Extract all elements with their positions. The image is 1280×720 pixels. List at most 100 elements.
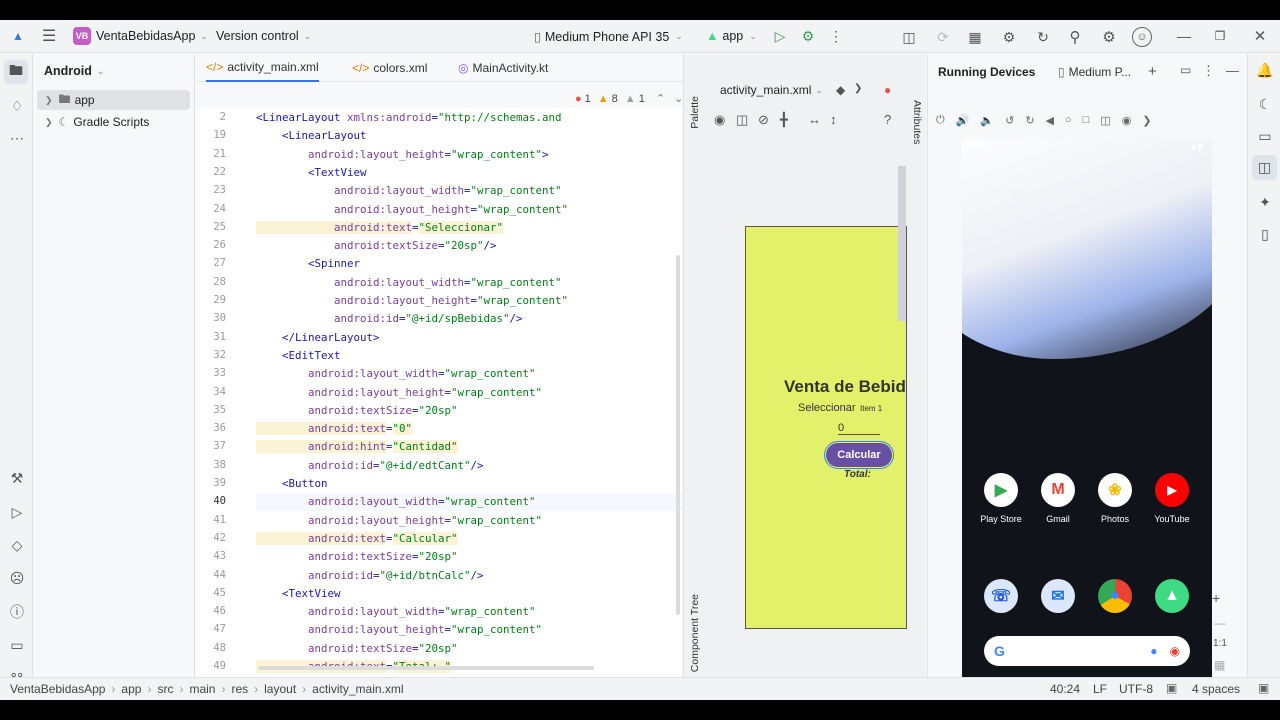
play-store-icon[interactable]: ▶ (984, 473, 1018, 507)
line-separator[interactable]: LF (1093, 682, 1107, 696)
mic-icon[interactable]: ● (1150, 644, 1157, 658)
fit-screen-icon[interactable]: ▦ (1214, 658, 1225, 672)
breadcrumb-item[interactable]: VentaBebidasApp (10, 682, 105, 696)
resource-manager-icon[interactable]: ♢ (7, 96, 27, 116)
project-view-selector[interactable]: Android ⌄ (44, 64, 104, 78)
help-icon[interactable]: ? (884, 112, 891, 127)
expand-horizontal-icon[interactable]: ↔ (808, 112, 821, 127)
blueprint-icon[interactable]: ◫ (736, 112, 748, 128)
breadcrumb-item[interactable]: layout (264, 682, 296, 696)
breadcrumb-item[interactable]: app (121, 682, 141, 696)
more-horizontal-icon[interactable]: ⋯ (7, 128, 27, 148)
minimize-panel-icon[interactable]: — (1226, 63, 1239, 78)
device-selector[interactable]: ▯ Medium Phone API 35 ⌄ (534, 29, 683, 45)
problems-icon[interactable]: ⓘ (7, 602, 27, 622)
app-quality-icon[interactable]: ◇ (7, 535, 27, 555)
attributes-tab[interactable]: Attributes (911, 100, 923, 144)
caret-position[interactable]: 40:24 (1050, 682, 1080, 696)
volume-down-icon[interactable]: 🔈 (980, 114, 994, 130)
settings-gear-icon[interactable]: ⚙ (1100, 28, 1118, 46)
add-device-icon[interactable]: + (1148, 63, 1157, 80)
snapshot-icon[interactable]: ◫ (1100, 114, 1110, 130)
zoom-in-icon[interactable]: + (1212, 590, 1220, 606)
plugins-icon[interactable]: ⚙ (1000, 28, 1018, 46)
design-surface-icon[interactable]: ◆ (836, 83, 845, 97)
expand-vertical-icon[interactable]: ↕ (830, 112, 837, 127)
run-config-selector[interactable]: ▲ app ⌄ (706, 29, 757, 43)
tree-item-app[interactable]: ❯ 🖿 app (37, 90, 190, 110)
messages-icon[interactable]: ✉ (1041, 579, 1075, 613)
hamburger-menu-icon[interactable]: ☰ (40, 27, 58, 45)
close-icon[interactable]: ✕ (1252, 28, 1268, 45)
logcat-icon[interactable]: ☹ (7, 568, 27, 588)
sync-icon[interactable]: ⟳ (934, 28, 952, 46)
run-icon[interactable]: ▷ (772, 28, 788, 44)
zoom-actual-size[interactable]: 1:1 (1213, 638, 1227, 649)
gmail-icon[interactable]: M (1041, 473, 1075, 507)
constraints-off-icon[interactable]: ⊘ (758, 112, 769, 128)
design-scrollbar[interactable] (898, 166, 906, 321)
vcs-selector[interactable]: Version control ⌄ (216, 29, 311, 43)
rotate-right-icon[interactable]: ↻ (1025, 114, 1034, 130)
phone-dialer-icon[interactable]: ☏ (984, 579, 1018, 613)
camera-icon[interactable]: ◉ (1122, 114, 1132, 130)
lock-icon[interactable]: ▣ (1166, 681, 1177, 695)
chevron-right-icon[interactable]: ❯ (1142, 114, 1151, 130)
tree-item-gradle-scripts[interactable]: ❯ ☾ Gradle Scripts (37, 112, 190, 132)
tab-activity-main[interactable]: </> activity_main.xml (206, 54, 319, 82)
rotate-left-icon[interactable]: ↺ (1005, 114, 1014, 130)
memory-indicator-icon[interactable]: ▣ (1258, 681, 1269, 695)
indent-setting[interactable]: 4 spaces (1192, 682, 1240, 696)
google-search-bar[interactable]: G ● ◉ (984, 636, 1190, 666)
breadcrumb-item[interactable]: res (231, 682, 248, 696)
search-icon[interactable]: ⚲ (1066, 28, 1084, 46)
more-vertical-icon[interactable]: ⋮ (1202, 63, 1215, 79)
device-explorer-icon[interactable]: ▯ (1255, 224, 1275, 244)
guidelines-icon[interactable]: ╋ (780, 112, 788, 128)
running-devices-tool-icon[interactable]: ◫ (1252, 155, 1277, 180)
inspection-widget[interactable]: ● 1 ▲ 8 ▲ 1 ⌃ ⌄ (575, 92, 683, 106)
chevron-up-icon[interactable]: ⌃ (656, 92, 665, 105)
breadcrumb-item[interactable]: src (157, 682, 173, 696)
eye-icon[interactable]: ◉ (714, 112, 725, 128)
back-icon[interactable]: ◀ (1046, 114, 1054, 130)
palette-tab[interactable]: Palette (689, 96, 701, 129)
breadcrumb-item[interactable]: activity_main.xml (312, 682, 403, 696)
notifications-icon[interactable]: 🔔 (1255, 60, 1275, 80)
youtube-icon[interactable]: ▶ (1155, 473, 1189, 507)
volume-up-icon[interactable]: 🔊 (956, 114, 970, 130)
device-manager-icon[interactable]: ◫ (900, 28, 918, 46)
editor-horizontal-scrollbar[interactable] (258, 666, 594, 670)
chrome-icon[interactable]: ● (1098, 579, 1132, 613)
overview-icon[interactable]: □ (1083, 114, 1090, 130)
sdk-manager-icon[interactable]: ▦ (966, 28, 984, 46)
tab-main-activity[interactable]: ◎ MainActivity.kt (458, 54, 548, 82)
component-tree-tab[interactable]: Component Tree (689, 594, 701, 672)
power-icon[interactable]: ⏻ (936, 114, 945, 130)
home-icon[interactable]: ○ (1065, 114, 1072, 130)
tab-colors[interactable]: </> colors.xml (352, 54, 427, 82)
minimize-icon[interactable]: — (1176, 28, 1192, 44)
file-encoding[interactable]: UTF-8 (1119, 682, 1153, 696)
build-hammer-icon[interactable]: ⚒ (7, 468, 27, 488)
device-tab[interactable]: ▯ Medium P... (1058, 65, 1131, 79)
phone-screen[interactable]: 5:08 ▲▮ Mon, Nov 18 ▶ Play Store M Gmail… (962, 139, 1212, 694)
project-selector[interactable]: VentaBebidasApp ⌄ (96, 29, 208, 43)
preview-calcular-button[interactable]: Calcular (824, 441, 894, 469)
android-app-icon[interactable]: ▲ (1155, 579, 1189, 613)
photos-icon[interactable]: ❀ (1098, 473, 1132, 507)
lens-icon[interactable]: ◉ (1170, 644, 1180, 658)
device-manager-tool-icon[interactable]: ▭ (1255, 126, 1275, 146)
maximize-icon[interactable]: ❐ (1212, 28, 1228, 44)
breadcrumb-item[interactable]: main (189, 682, 215, 696)
profiler-icon[interactable]: ↻ (1034, 28, 1052, 46)
window-icon[interactable]: ▭ (1180, 63, 1191, 77)
debug-icon[interactable]: ⚙ (800, 28, 816, 44)
code-editor[interactable]: <LinearLayout xmlns:android = "http://sche… (256, 108, 682, 693)
editor-vertical-scrollbar[interactable] (676, 255, 680, 615)
gradle-tool-icon[interactable]: ☾ (1255, 94, 1275, 114)
error-indicator-icon[interactable]: ● (884, 83, 891, 97)
run-tool-icon[interactable]: ▷ (7, 502, 27, 522)
layout-preview[interactable]: Venta de Bebid Seleccionar Item 1 0 Calc… (745, 226, 907, 629)
project-folder-icon[interactable]: 🖿 (4, 60, 28, 84)
